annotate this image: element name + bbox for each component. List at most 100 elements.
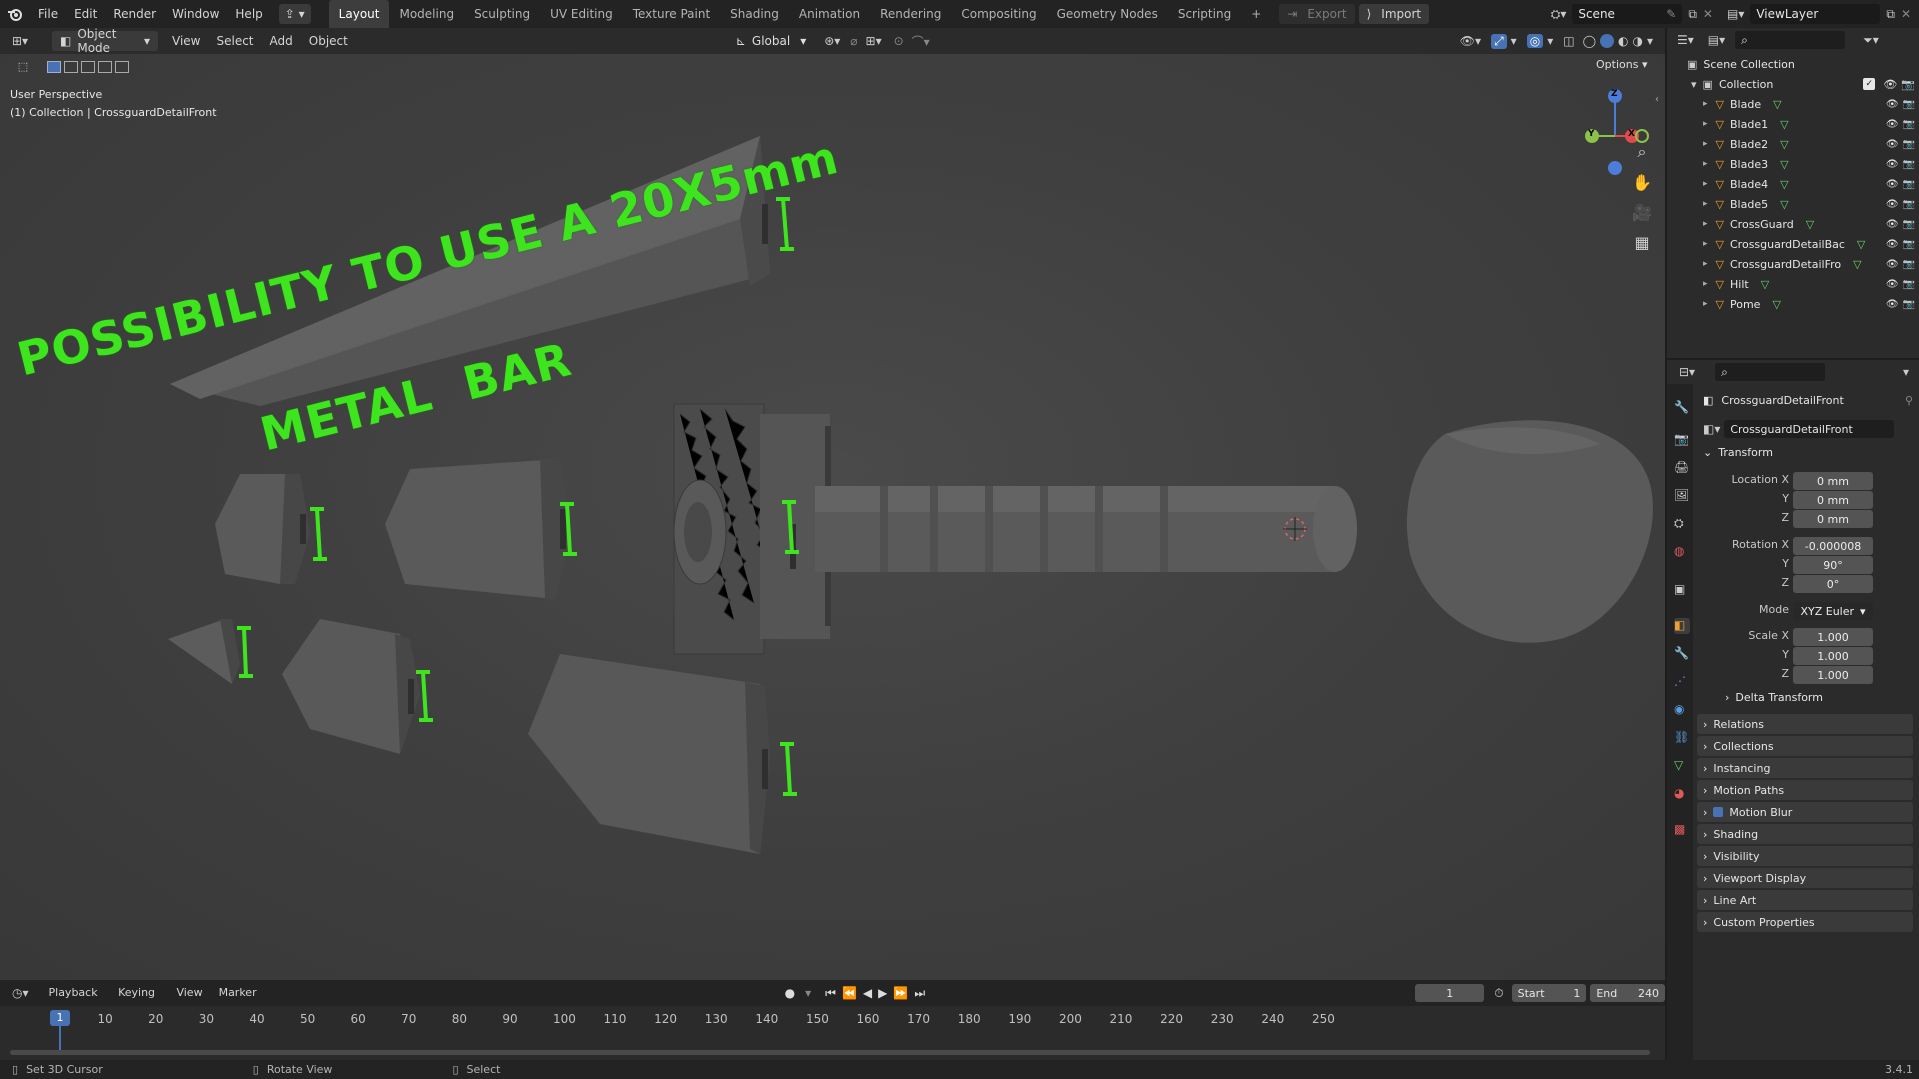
- material-tab-icon[interactable]: ◕: [1674, 786, 1690, 802]
- menu-select[interactable]: Select: [208, 28, 261, 54]
- expand-icon[interactable]: ▸: [1703, 199, 1708, 209]
- scene-tab-icon[interactable]: ⛭: [1674, 516, 1690, 532]
- tool-tab-icon[interactable]: 🔧: [1674, 400, 1690, 416]
- camera-icon[interactable]: 📷: [1903, 219, 1915, 230]
- chevron-down-icon[interactable]: ▾: [1903, 365, 1909, 379]
- tab-rendering[interactable]: Rendering: [870, 0, 951, 28]
- eye-icon[interactable]: 👁: [1883, 78, 1897, 91]
- camera-icon[interactable]: 📷: [1903, 279, 1915, 290]
- expand-icon[interactable]: ▸: [1703, 179, 1708, 189]
- outliner-item[interactable]: ▸ ▽ Blade2 ▽ 👁 📷: [1703, 134, 1915, 154]
- expand-icon[interactable]: ▸: [1703, 119, 1708, 129]
- expand-icon[interactable]: ▸: [1703, 279, 1708, 289]
- blender-logo-icon[interactable]: [0, 0, 30, 28]
- zoom-icon[interactable]: ⌕: [1630, 140, 1654, 164]
- tab-layout[interactable]: Layout: [328, 0, 390, 28]
- editor-type-icon[interactable]: ⊞▾: [12, 34, 42, 48]
- pin-icon[interactable]: ⚲: [1905, 394, 1913, 407]
- camera-icon[interactable]: 📷: [1903, 179, 1915, 190]
- properties-editor-icon[interactable]: ⊟▾: [1679, 365, 1695, 379]
- properties-panel-header[interactable]: › Line Art: [1697, 890, 1913, 910]
- camera-view-icon[interactable]: 🎥: [1630, 200, 1654, 224]
- overlay-toggle-icon[interactable]: ◎: [1526, 34, 1544, 48]
- end-frame-field[interactable]: End 240: [1590, 984, 1665, 1002]
- transform-panel-header[interactable]: ⌄ Transform: [1703, 446, 1773, 459]
- gizmo-toggle-icon[interactable]: ⤢: [1491, 33, 1507, 49]
- outliner-item[interactable]: ▸ ▽ Blade ▽ 👁 📷: [1703, 94, 1915, 114]
- ortho-grid-icon[interactable]: ▦: [1630, 230, 1654, 254]
- eye-icon[interactable]: 👁: [1886, 159, 1899, 170]
- new-scene-icon[interactable]: ⧉: [1688, 7, 1697, 22]
- expand-icon[interactable]: ▸: [1703, 139, 1708, 149]
- pan-hand-icon[interactable]: ✋: [1630, 170, 1654, 194]
- collection-tab-icon[interactable]: ▣: [1674, 582, 1690, 598]
- properties-panel-header[interactable]: › Visibility: [1697, 846, 1913, 866]
- camera-icon[interactable]: 📷: [1901, 78, 1915, 91]
- properties-panel-header[interactable]: › Relations: [1697, 714, 1913, 734]
- location-z-field[interactable]: 0 mm: [1793, 510, 1873, 528]
- menu-keying[interactable]: Keying ▾: [110, 980, 168, 1025]
- expand-icon[interactable]: ▸: [1703, 159, 1708, 169]
- scene-name-field[interactable]: Scene ✎: [1572, 4, 1683, 24]
- outliner-item[interactable]: ▸ ▽ CrossguardDetailBac ▽ 👁 📷: [1703, 234, 1915, 254]
- keying-dropdown-icon[interactable]: ▾: [805, 986, 811, 1000]
- play-reverse-icon[interactable]: ◀: [863, 986, 872, 1000]
- menu-window[interactable]: Window: [164, 0, 227, 28]
- camera-icon[interactable]: 📷: [1903, 159, 1915, 170]
- camera-icon[interactable]: 📷: [1903, 139, 1915, 150]
- camera-icon[interactable]: 📷: [1903, 259, 1915, 270]
- menu-help[interactable]: Help: [227, 0, 270, 28]
- menu-view[interactable]: View: [164, 28, 208, 54]
- delete-viewlayer-icon[interactable]: ✕: [1901, 7, 1911, 21]
- pivot-icon[interactable]: ⊛▾: [824, 34, 840, 48]
- clock-icon[interactable]: ⏱: [1494, 986, 1503, 1001]
- shading-dropdown-icon[interactable]: ▾: [1647, 34, 1653, 48]
- scene-collection-row[interactable]: ▣ Scene Collection: [1687, 54, 1795, 74]
- menu-object[interactable]: Object: [301, 28, 356, 54]
- rendered-shading-icon[interactable]: ◑: [1632, 34, 1642, 48]
- xray-icon[interactable]: ◫: [1563, 34, 1574, 48]
- 3d-viewport[interactable]: ⬚ Options ▾ User Perspective (1) Collect…: [0, 54, 1665, 980]
- timeline-editor-icon[interactable]: ◷▾: [12, 986, 29, 1000]
- output-tab-icon[interactable]: 🖨: [1674, 460, 1690, 476]
- eye-icon[interactable]: 👁: [1886, 299, 1899, 310]
- outliner-item[interactable]: ▸ ▽ CrossGuard ▽ 👁 📷: [1703, 214, 1915, 234]
- motion-blur-checkbox[interactable]: [1713, 807, 1724, 817]
- wireframe-shading-icon[interactable]: ◯: [1583, 34, 1596, 48]
- camera-icon[interactable]: 📷: [1903, 239, 1915, 250]
- mode-dropdown[interactable]: ◧ Object Mode ▾: [52, 27, 158, 55]
- collection-row[interactable]: ▾ ▣ Collection ✓ 👁 📷: [1691, 74, 1915, 94]
- tab-geometry-nodes[interactable]: Geometry Nodes: [1047, 0, 1168, 28]
- particles-tab-icon[interactable]: ⋰: [1674, 674, 1690, 690]
- outliner-item[interactable]: ▸ ▽ Pome ▽ 👁 📷: [1703, 294, 1915, 314]
- menu-render[interactable]: Render: [105, 0, 164, 28]
- menu-timeline-view[interactable]: View: [168, 980, 210, 1006]
- rotation-x-field[interactable]: -0.000008: [1793, 537, 1873, 555]
- outliner-item[interactable]: ▸ ▽ Blade1 ▽ 👁 📷: [1703, 114, 1915, 134]
- tab-modeling[interactable]: Modeling: [389, 0, 464, 28]
- new-viewlayer-icon[interactable]: ⧉: [1886, 7, 1895, 22]
- expand-icon[interactable]: ▸: [1703, 239, 1708, 249]
- eye-icon[interactable]: 👁: [1886, 179, 1899, 190]
- expand-icon[interactable]: ▸: [1703, 259, 1708, 269]
- eye-icon[interactable]: 👁: [1886, 199, 1899, 210]
- eye-icon[interactable]: 👁: [1886, 139, 1899, 150]
- properties-panel-header[interactable]: › Motion Blur: [1697, 802, 1913, 822]
- tab-uv-editing[interactable]: UV Editing: [540, 0, 623, 28]
- viewlayer-name-field[interactable]: ViewLayer: [1750, 4, 1881, 24]
- camera-icon[interactable]: 📷: [1903, 199, 1915, 210]
- camera-icon[interactable]: 📷: [1903, 299, 1915, 310]
- eye-icon[interactable]: 👁: [1886, 239, 1899, 250]
- scale-z-field[interactable]: 1.000: [1793, 666, 1873, 684]
- tab-sculpting[interactable]: Sculpting: [464, 0, 540, 28]
- camera-icon[interactable]: 📷: [1903, 119, 1915, 130]
- outliner-item[interactable]: ▸ ▽ CrossguardDetailFro ▽ 👁 📷: [1703, 254, 1915, 274]
- scale-x-field[interactable]: 1.000: [1793, 628, 1873, 646]
- properties-panel-header[interactable]: › Collections: [1697, 736, 1913, 756]
- physics-tab-icon[interactable]: ◉: [1674, 702, 1690, 718]
- outliner-item[interactable]: ▸ ▽ Blade3 ▽ 👁 📷: [1703, 154, 1915, 174]
- outliner-item[interactable]: ▸ ▽ Blade5 ▽ 👁 📷: [1703, 194, 1915, 214]
- visibility-icon[interactable]: 👁▾: [1460, 34, 1481, 48]
- properties-search-input[interactable]: ⌕: [1715, 363, 1826, 381]
- sidebar-toggle-icon[interactable]: ‹: [1655, 94, 1659, 105]
